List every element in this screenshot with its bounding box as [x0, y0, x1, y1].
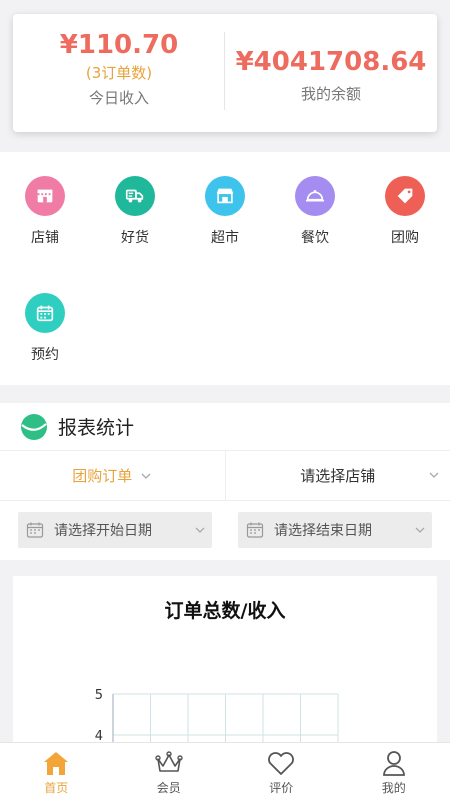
order-type-value: 团购订单	[72, 467, 133, 485]
delivery-truck-icon	[115, 176, 155, 216]
heart-icon	[268, 752, 295, 775]
balance-label: 我的余额	[300, 85, 361, 103]
end-date-picker[interactable]: 请选择结束日期	[238, 512, 432, 548]
category-goods[interactable]: 好货	[90, 176, 180, 247]
category-label: 好货	[121, 230, 149, 246]
category-group-buy[interactable]: 团购	[360, 176, 450, 247]
calendar-icon	[246, 522, 264, 538]
tab-label: 评价	[269, 781, 294, 795]
chevron-down-icon	[415, 527, 425, 533]
today-order-count: (3订单数)	[85, 64, 153, 82]
crown-icon	[155, 751, 183, 772]
report-chart-icon	[21, 413, 47, 440]
store-select[interactable]: 请选择店铺	[226, 451, 450, 500]
start-date-placeholder: 请选择开始日期	[54, 523, 152, 539]
chevron-down-icon	[429, 472, 439, 478]
category-dining[interactable]: 餐饮	[270, 176, 360, 247]
chevron-down-icon	[195, 527, 205, 533]
chevron-down-icon	[141, 473, 151, 479]
store-select-value: 请选择店铺	[300, 467, 376, 485]
tag-icon	[385, 176, 425, 216]
report-title: 报表统计	[58, 417, 135, 439]
category-grid: 店铺 好货 超市 餐饮 团购 预约	[0, 152, 450, 385]
user-icon	[382, 751, 405, 776]
category-label: 预约	[31, 347, 59, 363]
today-income[interactable]: ¥110.70 (3订单数) 今日收入	[13, 14, 225, 132]
report-section: 报表统计 团购订单 请选择店铺 请选择开始日期 请选择结束日期	[0, 403, 450, 560]
report-filters: 团购订单 请选择店铺	[0, 451, 450, 501]
category-reservation[interactable]: 预约	[0, 293, 90, 364]
food-tray-icon	[295, 176, 335, 216]
shop-icon	[25, 176, 65, 216]
report-header: 报表统计	[0, 403, 450, 451]
category-label: 团购	[391, 230, 419, 246]
category-label: 餐饮	[301, 230, 329, 246]
date-range-row: 请选择开始日期 请选择结束日期	[0, 501, 450, 559]
calendar-icon	[25, 293, 65, 333]
today-income-label: 今日收入	[88, 89, 149, 107]
tab-label: 首页	[44, 781, 69, 795]
category-label: 店铺	[31, 230, 59, 246]
today-income-amount: ¥110.70	[59, 30, 179, 60]
tab-label: 会员	[156, 781, 181, 795]
chart-y-tick-label: 5	[95, 688, 103, 703]
tab-review[interactable]: 评价	[225, 743, 338, 800]
end-date-placeholder: 请选择结束日期	[274, 523, 372, 539]
calendar-icon	[26, 522, 44, 538]
category-label: 超市	[211, 230, 239, 246]
category-shop[interactable]: 店铺	[0, 176, 90, 247]
order-type-select[interactable]: 团购订单	[0, 451, 226, 500]
tab-mine[interactable]: 我的	[338, 743, 450, 800]
storefront-icon	[205, 176, 245, 216]
income-summary-card: ¥110.70 (3订单数) 今日收入 ¥4041708.64 我的余额	[13, 14, 437, 132]
tab-member[interactable]: 会员	[113, 743, 226, 800]
home-icon	[44, 752, 69, 775]
tab-label: 我的	[381, 781, 406, 795]
start-date-picker[interactable]: 请选择开始日期	[18, 512, 212, 548]
tab-home[interactable]: 首页	[0, 743, 113, 800]
balance-amount: ¥4041708.64	[235, 47, 427, 77]
bottom-tab-bar: 首页 会员 评价 我的	[0, 742, 450, 800]
my-balance[interactable]: ¥4041708.64 我的余额	[225, 14, 437, 132]
category-supermarket[interactable]: 超市	[180, 176, 270, 247]
